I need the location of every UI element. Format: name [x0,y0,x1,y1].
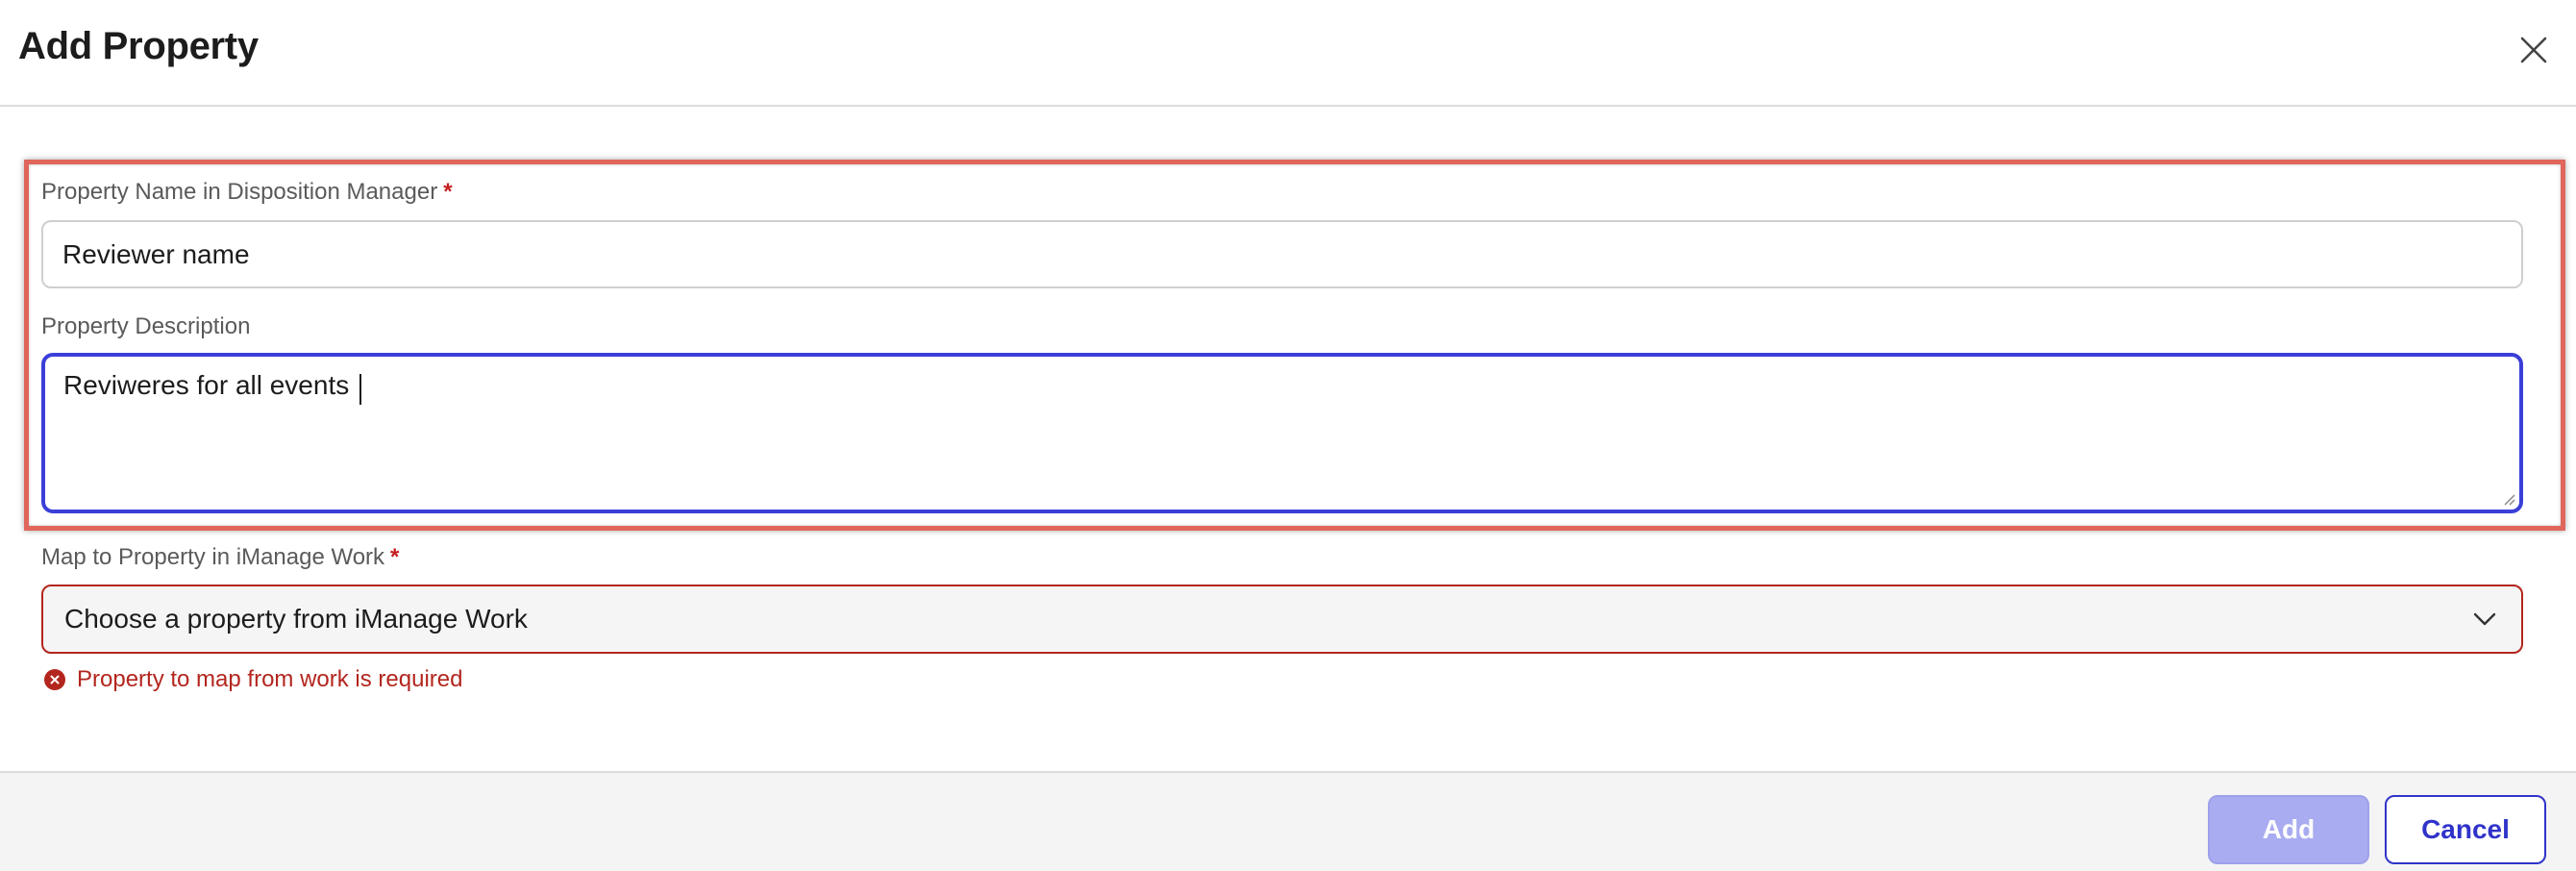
text-caret [359,374,361,405]
dialog-title: Add Property [18,25,259,67]
property-name-label-text: Property Name in Disposition Manager [41,179,438,205]
map-property-select[interactable]: Choose a property from iManage Work [41,585,2523,654]
dialog-footer [0,771,2576,871]
required-indicator: * [443,179,453,205]
map-property-label: Map to Property in iManage Work * [41,544,399,571]
dialog-header: Add Property [0,0,2576,107]
chevron-down-icon [2473,612,2496,626]
property-description-label: Property Description [41,313,251,339]
add-button[interactable]: Add [2208,795,2369,864]
map-property-placeholder: Choose a property from iManage Work [64,604,528,634]
add-property-dialog: Add Property Property Name in Dispositio… [0,0,2576,871]
map-property-error: Property to map from work is required [44,666,462,693]
property-name-label: Property Name in Disposition Manager * [41,179,453,206]
close-button[interactable] [2511,27,2557,73]
property-description-field[interactable]: Reviweres for all events [41,353,2523,513]
error-message: Property to map from work is required [77,666,463,692]
cancel-button[interactable]: Cancel [2385,795,2546,864]
property-name-input[interactable] [41,220,2523,288]
property-description-input[interactable]: Reviweres for all events [45,357,2519,510]
close-icon [2520,37,2547,63]
error-circle-icon [44,669,65,690]
required-indicator: * [390,544,400,570]
resize-grip-icon[interactable] [2502,492,2515,506]
map-property-label-text: Map to Property in iManage Work [41,544,385,570]
